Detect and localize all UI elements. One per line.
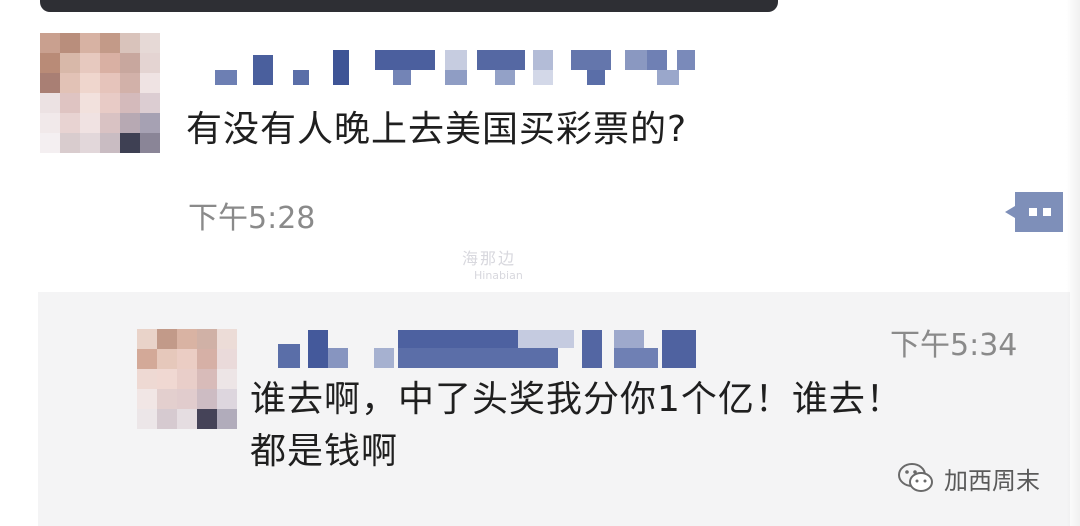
- message-text: 有没有人晚上去美国买彩票的?: [186, 109, 688, 150]
- username-blurred: [278, 330, 718, 368]
- brand-watermark: 加西周末: [896, 458, 1040, 498]
- comment-icon[interactable]: [1005, 192, 1063, 232]
- avatar[interactable]: [40, 33, 160, 153]
- message-text-line: 都是钱啊: [250, 431, 399, 472]
- username-blurred: [215, 50, 695, 85]
- top-bar: [40, 0, 778, 12]
- message-text: 谁去啊，中了头奖我分你1个亿！谁去！ 都是钱啊: [250, 374, 903, 478]
- message-timestamp: 下午5:34: [890, 328, 1018, 363]
- avatar[interactable]: [137, 329, 237, 429]
- message-text-line: 谁去啊，中了头奖我分你1个亿！谁去！: [250, 379, 903, 420]
- watermark-logo: 海那边 Hinabian: [462, 249, 523, 282]
- brand-name: 加西周末: [944, 466, 1040, 495]
- edge-shadow: [1066, 0, 1080, 526]
- wechat-icon: [898, 463, 933, 492]
- message-timestamp: 下午5:28: [188, 201, 316, 236]
